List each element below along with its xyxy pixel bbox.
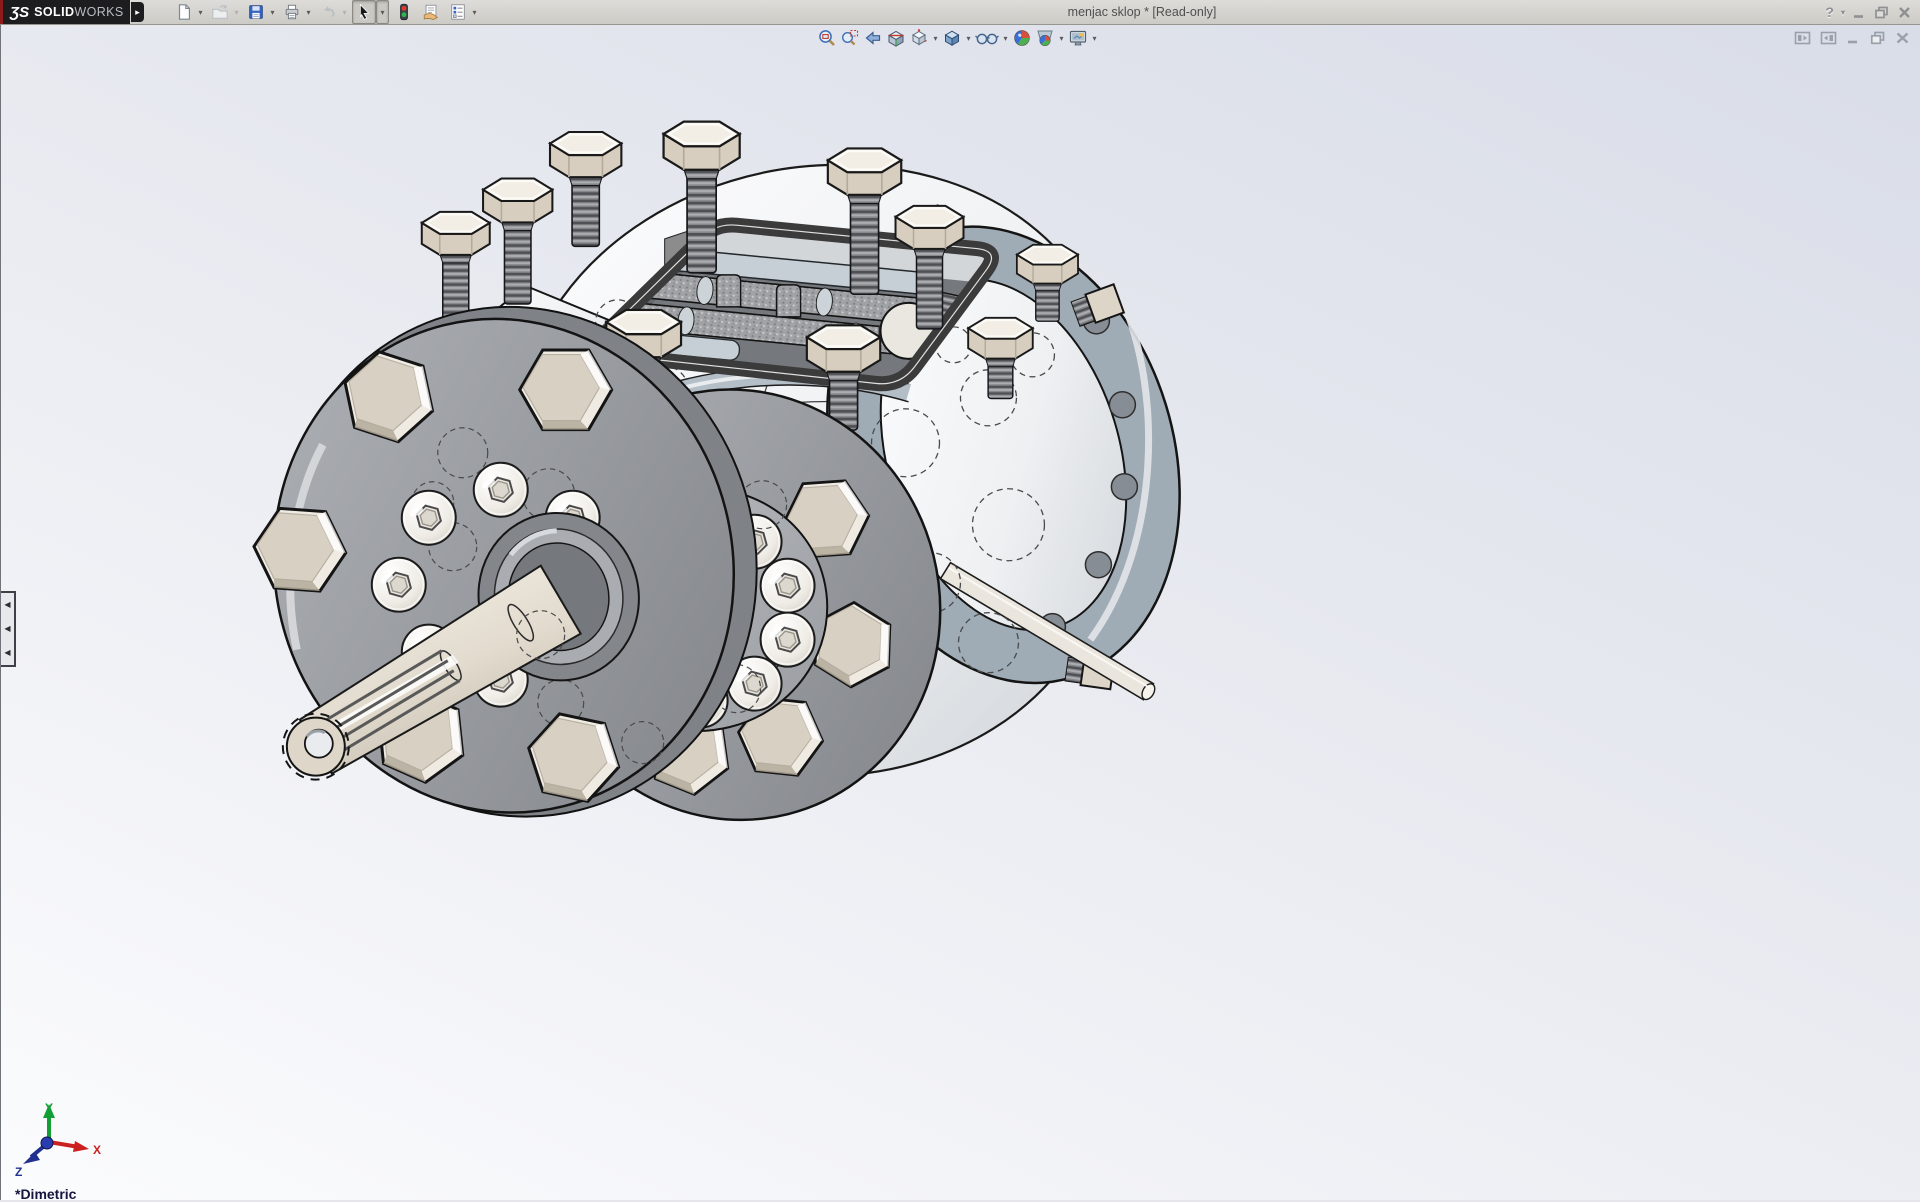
- triad-y-label: Y: [45, 1101, 53, 1115]
- collapse-arrow-icon: ◀: [4, 649, 10, 657]
- open-dropdown-arrow[interactable]: ▾: [232, 8, 241, 17]
- undo-button[interactable]: [316, 0, 340, 24]
- apply-scene-dropdown-arrow[interactable]: ▾: [1057, 34, 1066, 43]
- options-button[interactable]: [446, 0, 470, 24]
- close-button[interactable]: [1897, 5, 1912, 20]
- help-button[interactable]: ?: [1825, 4, 1834, 20]
- traffic-light-icon: [395, 3, 413, 21]
- select-dropdown-arrow[interactable]: ▾: [376, 0, 389, 24]
- feature-tree-collapsed-tab[interactable]: ◀ ◀ ◀: [1, 591, 16, 667]
- open-document-icon: [211, 3, 229, 21]
- print-icon: [283, 3, 301, 21]
- options-checklist-icon: [449, 3, 467, 21]
- heads-up-view-toolbar: ▾ ▾ ▾ ▾ ▾: [816, 27, 1099, 49]
- window-controls: ? ▾: [1825, 0, 1912, 24]
- gearbox-assembly-model[interactable]: [1, 25, 1920, 1199]
- zoom-to-fit-button[interactable]: [816, 27, 838, 49]
- new-document-icon: [175, 3, 193, 21]
- restore-document-button[interactable]: [1870, 30, 1886, 46]
- undo-icon: [319, 3, 337, 21]
- undo-dropdown-arrow[interactable]: ▾: [340, 8, 349, 17]
- restore-button[interactable]: [1874, 5, 1890, 20]
- new-dropdown-arrow[interactable]: ▾: [196, 8, 205, 17]
- save-button[interactable]: [244, 0, 268, 24]
- traffic-light-button[interactable]: [392, 0, 416, 24]
- print-dropdown-arrow[interactable]: ▾: [304, 8, 313, 17]
- edit-appearance-button[interactable]: [1011, 27, 1033, 49]
- hide-show-items-dropdown-arrow[interactable]: ▾: [1001, 34, 1010, 43]
- new-document-button[interactable]: [172, 0, 196, 24]
- solidworks-logo-text-light: WORKS: [74, 5, 123, 19]
- section-view-button[interactable]: [885, 27, 907, 49]
- solidworks-logo-mark-icon: ƷS: [10, 4, 29, 21]
- standard-toolbar: ▾ ▾ ▾ ▾ ▾ ▾ ▾: [172, 1, 482, 23]
- apply-scene-button[interactable]: [1034, 27, 1056, 49]
- save-dropdown-arrow[interactable]: ▾: [268, 8, 277, 17]
- apply-scene-icon: [1035, 28, 1055, 48]
- solidworks-logo: ƷS SOLIDWORKS: [0, 0, 130, 24]
- graphics-viewport[interactable]: ▾ ▾ ▾ ▾ ▾ ◀ ◀ ◀: [0, 25, 1920, 1200]
- view-orientation-icon: [909, 28, 929, 48]
- open-document-button[interactable]: [208, 0, 232, 24]
- collapse-arrow-icon: ◀: [4, 601, 10, 609]
- previous-view-button[interactable]: [862, 27, 884, 49]
- view-settings-icon: [1068, 28, 1088, 48]
- zoom-to-area-icon: [840, 28, 860, 48]
- hide-show-items-button[interactable]: [974, 27, 1000, 49]
- help-dropdown-arrow[interactable]: ▾: [1841, 8, 1845, 17]
- solidworks-logo-text-bold: SOLID: [34, 5, 74, 19]
- collapse-arrow-icon: ◀: [4, 625, 10, 633]
- display-style-dropdown-arrow[interactable]: ▾: [964, 34, 973, 43]
- triad-z-label: Z: [15, 1165, 22, 1178]
- zoom-to-area-button[interactable]: [839, 27, 861, 49]
- reference-triad: Y X Z: [9, 1100, 105, 1178]
- section-view-icon: [886, 28, 906, 48]
- pane-right-icon[interactable]: [1820, 30, 1837, 46]
- triad-x-label: X: [93, 1143, 101, 1157]
- view-orientation-button[interactable]: [908, 27, 930, 49]
- select-cursor-icon: [355, 3, 373, 21]
- select-button[interactable]: [352, 0, 376, 24]
- titlebar: ƷS SOLIDWORKS ▸ ▾ ▾ ▾ ▾ ▾ ▾ ▾: [0, 0, 1920, 25]
- display-style-button[interactable]: [941, 27, 963, 49]
- view-orientation-dropdown-arrow[interactable]: ▾: [931, 34, 940, 43]
- minimize-document-button[interactable]: [1846, 30, 1861, 46]
- print-button[interactable]: [280, 0, 304, 24]
- hide-show-items-icon: [974, 28, 1000, 48]
- document-window-controls: [1794, 30, 1910, 46]
- previous-view-icon: [863, 28, 883, 48]
- edit-appearance-icon: [1012, 28, 1032, 48]
- file-properties-icon: [422, 3, 440, 21]
- close-document-button[interactable]: [1895, 30, 1910, 46]
- display-style-icon: [942, 28, 962, 48]
- save-icon: [247, 3, 265, 21]
- options-dropdown-arrow[interactable]: ▾: [470, 8, 479, 17]
- zoom-to-fit-icon: [817, 28, 837, 48]
- view-settings-button[interactable]: [1067, 27, 1089, 49]
- minimize-button[interactable]: [1852, 5, 1867, 20]
- pane-left-icon[interactable]: [1794, 30, 1811, 46]
- document-title: menjac sklop * [Read-only]: [1068, 0, 1217, 24]
- menu-flyout-arrow[interactable]: ▸: [131, 2, 144, 22]
- view-settings-dropdown-arrow[interactable]: ▾: [1090, 34, 1099, 43]
- file-properties-button[interactable]: [419, 0, 443, 24]
